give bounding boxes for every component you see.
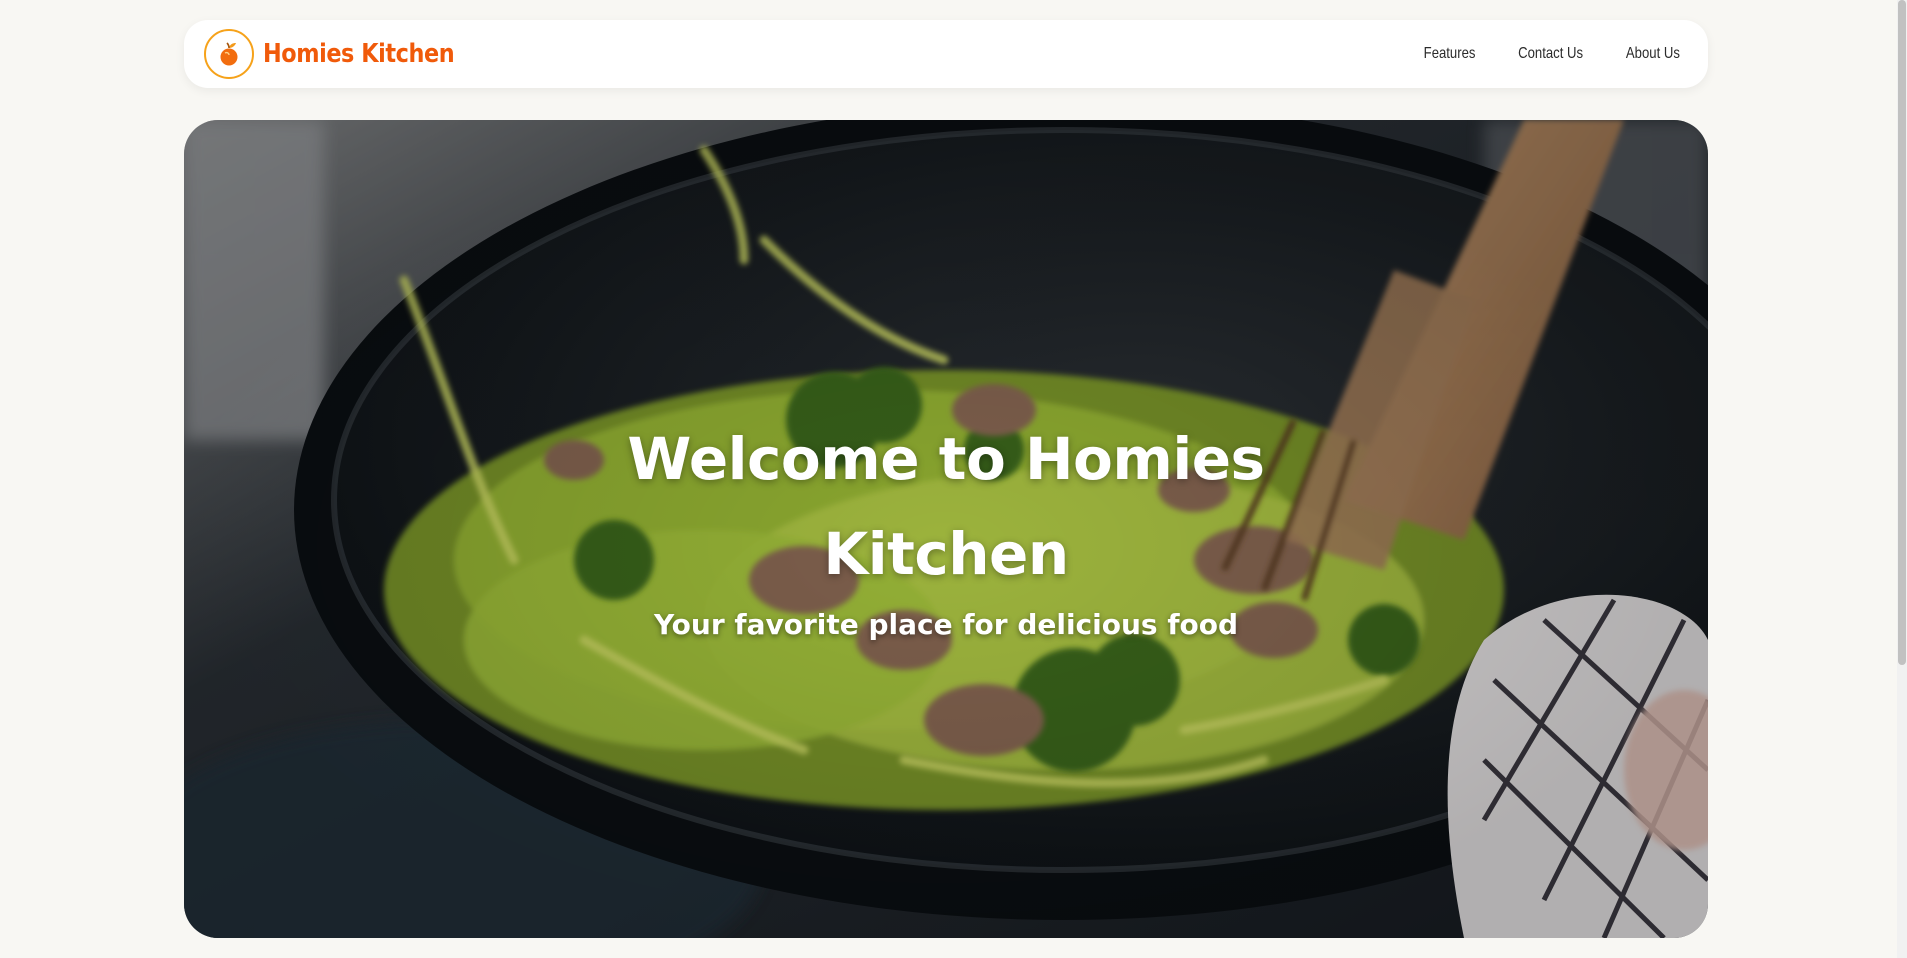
- brand-logo: [204, 29, 254, 79]
- page-scrollbar[interactable]: [1897, 0, 1907, 958]
- brand-home-link[interactable]: Homies Kitchen: [204, 29, 485, 79]
- top-navbar: Homies Kitchen Features Contact Us About…: [184, 20, 1708, 88]
- hero-subtitle: Your favorite place for delicious food: [653, 608, 1239, 641]
- nav-links: Features Contact Us About Us: [1418, 45, 1688, 63]
- brand-name: Homies Kitchen: [263, 39, 455, 69]
- nav-link-contact-us[interactable]: Contact Us: [1518, 45, 1583, 63]
- hero-title: Welcome to Homies Kitchen: [627, 425, 1265, 588]
- peach-icon: [220, 42, 238, 66]
- nav-link-features[interactable]: Features: [1424, 45, 1476, 63]
- nav-link-about-us[interactable]: About Us: [1626, 45, 1680, 63]
- hero-content: Welcome to Homies Kitchen Your favorite …: [184, 120, 1708, 938]
- scrollbar-thumb[interactable]: [1898, 0, 1906, 665]
- hero-section: Welcome to Homies Kitchen Your favorite …: [184, 120, 1708, 938]
